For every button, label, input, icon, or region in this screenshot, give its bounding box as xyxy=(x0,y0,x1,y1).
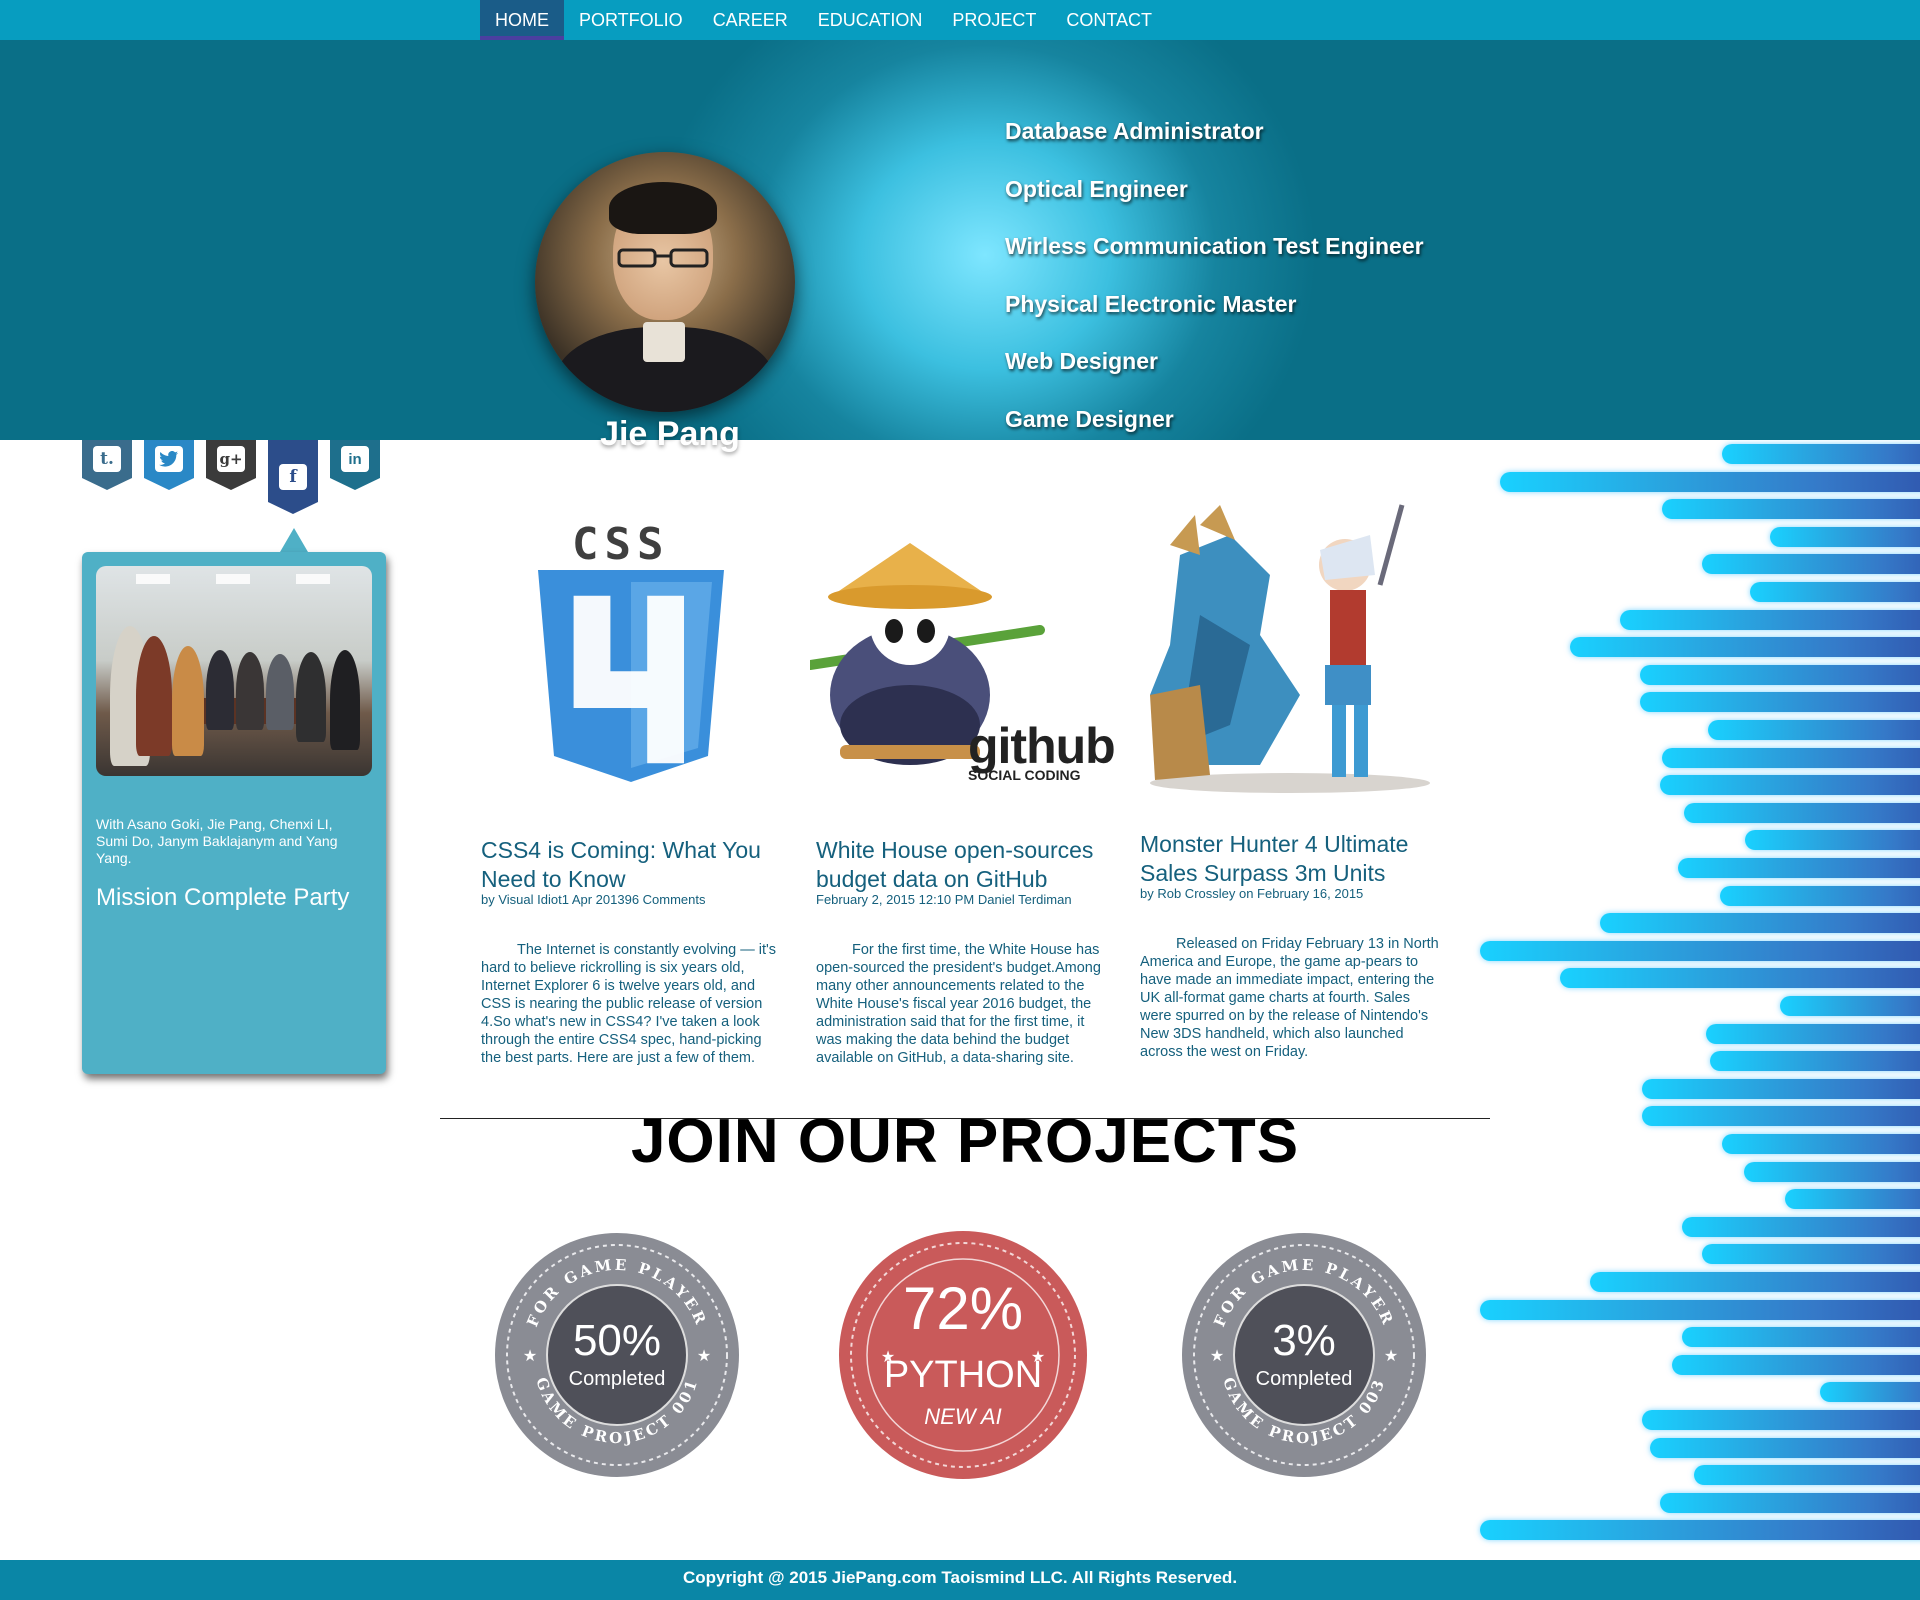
decorative-bar xyxy=(1662,747,1920,768)
profile-name: Jie Pang xyxy=(600,415,740,453)
decorative-bar xyxy=(1570,637,1920,658)
decorative-bar xyxy=(1722,444,1920,464)
hero-banner: Jie Pang Database Administrator Optical … xyxy=(0,40,1920,453)
decorative-bar xyxy=(1710,1051,1920,1072)
article-body: Released on Friday February 13 in North … xyxy=(1140,936,1439,1060)
decorative-bar xyxy=(1660,1492,1920,1513)
article-meta: by Rob Crossley on February 16, 2015 xyxy=(1140,886,1364,901)
decorative-bar xyxy=(1745,830,1920,851)
google-plus-icon[interactable]: g+ xyxy=(206,440,256,492)
footer: Copyright @ 2015 JiePang.com Taoismind L… xyxy=(0,1560,1920,1600)
nav-item-education[interactable]: EDUCATION xyxy=(803,0,938,40)
decorative-bar xyxy=(1684,802,1920,823)
project-badge-python[interactable]: ★ ★ 72% PYTHON NEW AI xyxy=(828,1220,1098,1490)
nav-item-home[interactable]: HOME xyxy=(480,0,564,40)
decorative-bar xyxy=(1785,1189,1920,1210)
badge-value: 72% xyxy=(902,1275,1024,1342)
css-logo-text: CSS xyxy=(572,519,670,570)
decorative-bar xyxy=(1660,775,1920,796)
twitter-icon[interactable] xyxy=(144,440,194,492)
role-item: Database Administrator xyxy=(1005,118,1264,144)
decorative-bar xyxy=(1642,1410,1920,1430)
role-list: Database Administrator Optical Engineer … xyxy=(1005,118,1424,464)
social-links: t. g+ f in xyxy=(82,440,392,518)
role-item: Physical Electronic Master xyxy=(1005,290,1297,317)
nav-item-career[interactable]: CAREER xyxy=(698,0,803,40)
decorative-bar xyxy=(1682,1327,1920,1348)
badge-value: 50% xyxy=(572,1316,662,1365)
article-body: The Internet is constantly evolving — it… xyxy=(481,942,777,1066)
decorative-bar xyxy=(1720,885,1920,906)
tumblr-icon[interactable]: t. xyxy=(82,440,132,492)
decorative-bar xyxy=(1744,1161,1920,1182)
facebook-icon[interactable]: f xyxy=(268,440,318,518)
decorative-bar xyxy=(1820,1382,1920,1403)
projects-heading: JOIN OUR PROJECTS xyxy=(630,1107,1300,1176)
photo-card: With Asano Goki, Jie Pang, Chenxi LI, Su… xyxy=(82,552,386,1074)
article-body: For the first time, the White House has … xyxy=(816,942,1101,1066)
github-tagline: SOCIAL CODING xyxy=(968,767,1081,783)
badge-label: Completed xyxy=(568,1368,666,1390)
photo-title[interactable]: Mission Complete Party xyxy=(96,884,349,912)
badge-label: Completed xyxy=(1255,1368,1353,1390)
top-nav: HOME PORTFOLIO CAREER EDUCATION PROJECT … xyxy=(0,0,1920,40)
decorative-bar xyxy=(1480,1299,1920,1320)
project-badge-003[interactable]: FOR GAME PLAYER GAME PROJECT 003 ★ ★ 3% … xyxy=(1169,1220,1439,1490)
article-meta: by Visual Idiot1 Apr 201396 Comments xyxy=(481,892,706,907)
decorative-bar xyxy=(1694,1465,1920,1486)
project-badge-001[interactable]: FOR GAME PLAYER GAME PROJECT 001 ★ ★ 50%… xyxy=(482,1220,752,1490)
decorative-bar xyxy=(1642,1106,1920,1127)
decorative-bar xyxy=(1706,1023,1920,1044)
decorative-bar xyxy=(1642,1078,1920,1099)
monster-hunter-art-icon xyxy=(1150,504,1430,793)
copyright-text: Copyright @ 2015 JiePang.com Taoismind L… xyxy=(682,1568,1238,1587)
article-meta: February 2, 2015 12:10 PM Daniel Terdima… xyxy=(816,892,1072,907)
decorative-bar xyxy=(1678,858,1920,878)
role-item: Optical Engineer xyxy=(1005,175,1188,202)
badge-value: 3% xyxy=(1272,1316,1336,1365)
photo-caption: With Asano Goki, Jie Pang, Chenxi LI, Su… xyxy=(96,816,338,866)
decorative-bar xyxy=(1640,692,1920,713)
role-item: Web Designer xyxy=(1005,348,1158,375)
role-item: Game Designer xyxy=(1005,405,1174,432)
nav-menu: HOME PORTFOLIO CAREER EDUCATION PROJECT … xyxy=(480,0,1167,40)
decorative-bars xyxy=(1440,440,1920,1560)
decorative-bar xyxy=(1480,1520,1920,1541)
role-item: Wirless Communication Test Engineer xyxy=(1005,233,1424,260)
card-pointer xyxy=(280,528,308,552)
decorative-bar xyxy=(1770,526,1920,547)
article-title[interactable]: CSS4 is Coming: What You Need to Know xyxy=(481,836,781,894)
linkedin-icon[interactable]: in xyxy=(330,440,380,492)
decorative-bar xyxy=(1560,968,1920,989)
decorative-bar xyxy=(1672,1354,1920,1375)
decorative-bar xyxy=(1620,609,1920,630)
party-photo[interactable] xyxy=(96,566,372,776)
decorative-bar xyxy=(1702,554,1920,575)
nav-item-portfolio[interactable]: PORTFOLIO xyxy=(564,0,698,40)
decorative-bar xyxy=(1750,582,1920,602)
decorative-bar xyxy=(1780,996,1920,1016)
badge-label: PYTHON xyxy=(883,1354,1043,1396)
decorative-bar xyxy=(1480,940,1920,961)
css4-logo-icon xyxy=(538,570,724,782)
decorative-bar xyxy=(1640,664,1920,685)
decorative-bar xyxy=(1590,1272,1920,1292)
profile-photo xyxy=(535,152,795,412)
decorative-bar xyxy=(1650,1437,1920,1458)
decorative-bar xyxy=(1600,913,1920,934)
decorative-bar xyxy=(1662,499,1920,520)
decorative-bar xyxy=(1682,1216,1920,1237)
badge-sublabel: NEW AI xyxy=(924,1404,1002,1429)
decorative-bar xyxy=(1708,720,1920,740)
article-title[interactable]: Monster Hunter 4 Ultimate Sales Surpass … xyxy=(1140,830,1440,888)
decorative-bar xyxy=(1722,1134,1920,1154)
nav-item-contact[interactable]: CONTACT xyxy=(1051,0,1167,40)
decorative-bar xyxy=(1702,1244,1920,1265)
decorative-bar xyxy=(1500,471,1920,492)
nav-item-project[interactable]: PROJECT xyxy=(937,0,1051,40)
article-title[interactable]: White House open-sources budget data on … xyxy=(816,836,1116,894)
